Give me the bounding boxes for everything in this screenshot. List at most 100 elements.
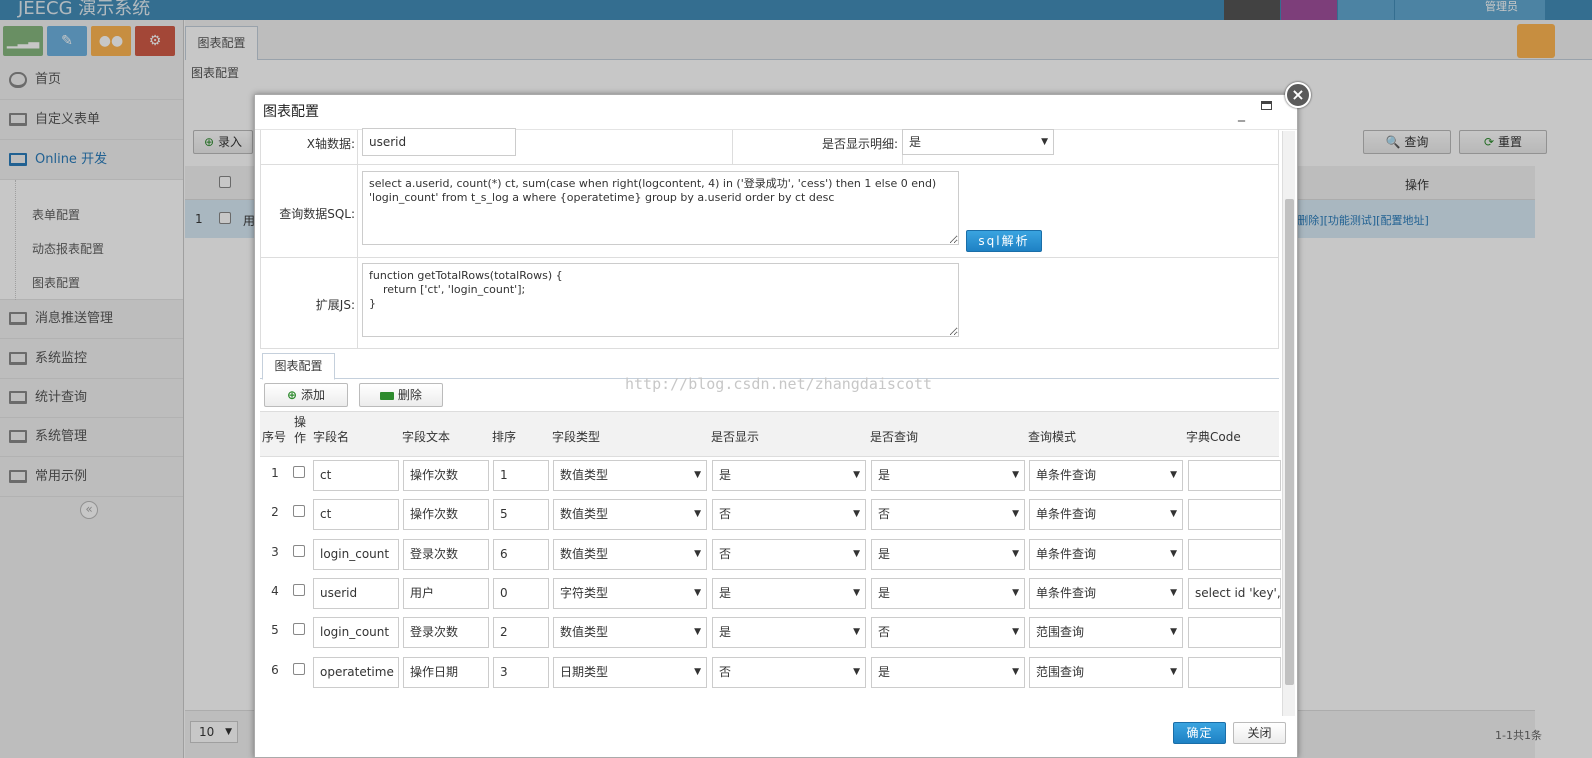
query-select[interactable]: 否: [871, 499, 1025, 531]
dict-code-input[interactable]: [1188, 460, 1281, 491]
field-text-input[interactable]: 操作次数: [403, 460, 489, 491]
show-select-value: 否: [719, 546, 732, 561]
ok-button[interactable]: 确定: [1173, 722, 1226, 744]
col-query: 是否查询: [870, 430, 919, 444]
field-type-select[interactable]: 数值类型: [553, 538, 707, 570]
add-field-button[interactable]: ⊕ 添加: [264, 383, 348, 407]
field-name-input[interactable]: login_count: [313, 617, 399, 649]
query-select-value: 否: [878, 625, 891, 640]
dialog-close-button[interactable]: ×: [1285, 82, 1311, 108]
query-mode-select[interactable]: 单条件查询: [1029, 538, 1183, 570]
row-checkbox[interactable]: [293, 623, 305, 636]
minus-icon: [380, 391, 395, 400]
field-type-select-value: 数值类型: [560, 507, 609, 522]
query-select[interactable]: 是: [871, 538, 1025, 570]
query-mode-select-value: 单条件查询: [1036, 507, 1097, 522]
row-checkbox[interactable]: [293, 466, 305, 478]
table-row: 6 operatetime 操作日期 3 日期类型 否 是 范围查询: [260, 653, 1281, 692]
close-button[interactable]: 关闭: [1233, 722, 1286, 744]
field-type-select[interactable]: 数值类型: [553, 499, 707, 531]
row-checkbox[interactable]: [293, 544, 305, 557]
order-input[interactable]: 5: [493, 499, 549, 531]
scrollbar-thumb[interactable]: [1285, 199, 1294, 685]
query-mode-select[interactable]: 范围查询: [1029, 617, 1183, 649]
table-row: 4 userid 用户 0 字符类型 是 是 单条件查询 select id 'key', r: [260, 574, 1281, 613]
query-select[interactable]: 否: [871, 617, 1025, 649]
field-text-input-value: 操作次数: [410, 468, 459, 482]
dict-code-input[interactable]: [1188, 617, 1281, 649]
field-type-select-value: 数值类型: [560, 468, 609, 482]
field-name-input[interactable]: operatetime: [313, 656, 399, 688]
field-type-select[interactable]: 数值类型: [553, 460, 707, 491]
dict-code-input-value: select id 'key', r: [1195, 585, 1281, 600]
query-select[interactable]: 是: [871, 656, 1025, 688]
field-name-input-value: ct: [320, 468, 332, 482]
js-textarea[interactable]: function getTotalRows(totalRows) { retur…: [362, 263, 959, 337]
order-input-value: 3: [500, 664, 508, 679]
order-input[interactable]: 0: [493, 577, 549, 609]
dialog-scrollbar[interactable]: [1282, 131, 1295, 716]
show-select[interactable]: 否: [712, 499, 866, 531]
field-type-select[interactable]: 字符类型: [553, 577, 707, 609]
order-input[interactable]: 6: [493, 538, 549, 570]
field-text-input[interactable]: 登录次数: [403, 617, 489, 649]
query-mode-select-value: 单条件查询: [1036, 546, 1097, 561]
show-select[interactable]: 是: [712, 617, 866, 649]
order-input[interactable]: 3: [493, 656, 549, 688]
query-mode-select[interactable]: 单条件查询: [1029, 577, 1183, 609]
query-select[interactable]: 是: [871, 460, 1025, 491]
field-text-input[interactable]: 用户: [403, 577, 489, 609]
col-mode: 查询模式: [1028, 430, 1077, 444]
show-select[interactable]: 是: [712, 460, 866, 491]
query-select-value: 是: [878, 664, 891, 679]
field-name-input-value: login_count: [320, 546, 390, 561]
query-mode-select[interactable]: 单条件查询: [1029, 460, 1183, 491]
sql-parse-button[interactable]: sql解析: [966, 230, 1042, 252]
minimize-icon[interactable]: _: [1238, 97, 1245, 132]
order-input-value: 2: [500, 625, 508, 640]
query-mode-select-value: 范围查询: [1036, 625, 1085, 640]
dict-code-input[interactable]: [1188, 656, 1281, 688]
x-axis-input[interactable]: userid: [362, 128, 516, 156]
show-select-value: 否: [719, 507, 732, 522]
query-mode-select[interactable]: 单条件查询: [1029, 499, 1183, 531]
field-type-select[interactable]: 日期类型: [553, 656, 707, 688]
query-mode-select[interactable]: 范围查询: [1029, 656, 1183, 688]
dict-code-input[interactable]: [1188, 499, 1281, 531]
query-mode-select-value: 范围查询: [1036, 664, 1085, 679]
col-dict: 字典Code: [1186, 430, 1241, 444]
tab-chart-fields[interactable]: 图表配置: [262, 353, 335, 380]
field-type-select[interactable]: 数值类型: [553, 617, 707, 649]
col-field: 字段名: [313, 430, 350, 444]
row-checkbox[interactable]: [293, 583, 305, 596]
dict-code-input[interactable]: [1188, 538, 1281, 570]
row-checkbox[interactable]: [293, 662, 305, 675]
show-select[interactable]: 是: [712, 577, 866, 609]
field-text-input[interactable]: 登录次数: [403, 538, 489, 570]
row-number: 5: [271, 623, 279, 638]
sql-textarea[interactable]: select a.userid, count(*) ct, sum(case w…: [362, 171, 959, 245]
query-select[interactable]: 是: [871, 577, 1025, 609]
order-input[interactable]: 1: [493, 460, 549, 491]
field-text-input[interactable]: 操作日期: [403, 656, 489, 688]
query-select-value: 是: [878, 468, 891, 482]
field-name-input[interactable]: login_count: [313, 538, 399, 570]
maximize-icon[interactable]: [1261, 101, 1272, 110]
row-checkbox[interactable]: [293, 505, 305, 518]
show-detail-select[interactable]: 是: [902, 129, 1054, 155]
dict-code-input[interactable]: select id 'key', r: [1188, 577, 1281, 609]
field-name-input[interactable]: userid: [313, 577, 399, 609]
order-input[interactable]: 2: [493, 617, 549, 649]
delete-field-button[interactable]: 删除: [359, 383, 443, 407]
field-text-input-value: 操作日期: [410, 664, 459, 679]
field-name-input[interactable]: ct: [313, 460, 399, 491]
field-text-input-value: 登录次数: [410, 625, 459, 640]
show-select[interactable]: 否: [712, 656, 866, 688]
order-input-value: 0: [500, 585, 508, 600]
show-select[interactable]: 否: [712, 538, 866, 570]
show-detail-label: 是否显示明细:: [821, 137, 898, 151]
query-select-value: 是: [878, 585, 891, 600]
fields-grid-header: 序号 操 作 字段名 字段文本 排序 字段类型 是否显示 是否查询 查询模式 字…: [260, 411, 1279, 457]
field-text-input[interactable]: 操作次数: [403, 499, 489, 531]
field-name-input[interactable]: ct: [313, 499, 399, 531]
